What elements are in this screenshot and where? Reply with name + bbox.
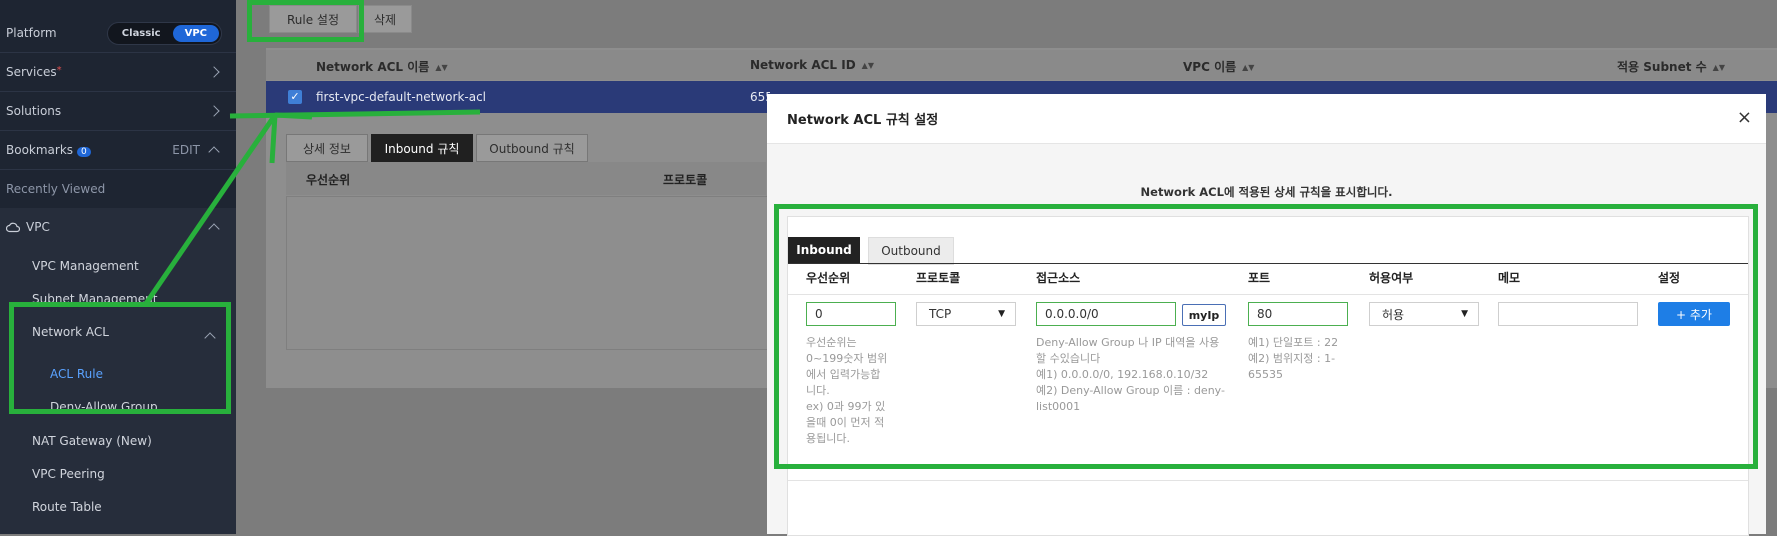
annotation-arrow xyxy=(142,109,481,307)
